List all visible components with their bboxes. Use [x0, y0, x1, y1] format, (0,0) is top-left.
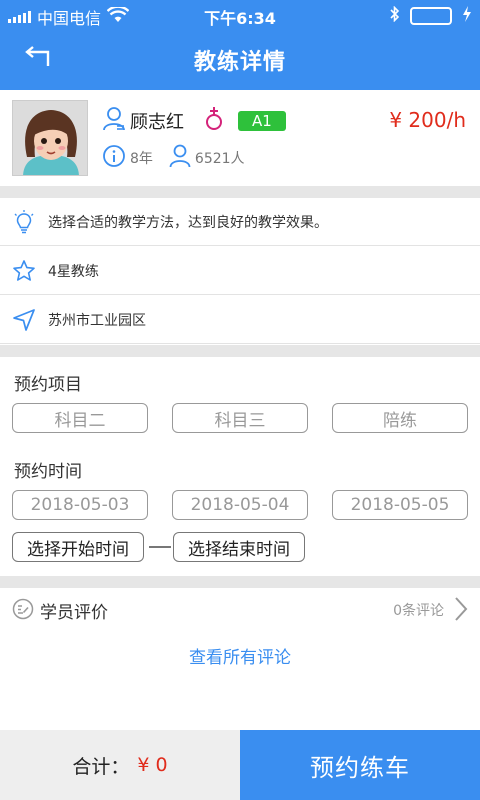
total-area: 合计： ¥ 0: [0, 730, 240, 800]
total-amount: ¥ 0: [137, 754, 168, 776]
info-icon: [102, 144, 126, 172]
students-icon: [169, 144, 191, 172]
charging-icon: [462, 6, 472, 26]
date-option-2[interactable]: 2018-05-04: [172, 490, 308, 520]
coach-years: 8年: [130, 151, 153, 167]
book-button[interactable]: 预约练车: [240, 730, 480, 800]
reviews-label: 学员评价: [40, 603, 108, 623]
review-icon: [12, 598, 34, 624]
nav-bar: 教练详情: [0, 30, 480, 90]
user-icon: [102, 106, 126, 136]
time-label: 预约时间: [14, 462, 82, 482]
top-bar: 中国电信 下午6:34 教练详情: [0, 0, 480, 90]
project-label: 预约项目: [14, 375, 82, 395]
coach-price: ¥ 200/h: [389, 108, 466, 132]
time-range-dash: [149, 546, 171, 548]
total-label: 合计：: [72, 755, 130, 778]
project-option-3[interactable]: 陪练: [332, 403, 468, 433]
date-option-3[interactable]: 2018-05-05: [332, 490, 468, 520]
motto-row: 选择合适的教学方法，达到良好的教学效果。: [0, 198, 480, 246]
lightbulb-icon: [12, 209, 36, 234]
project-option-2[interactable]: 科目三: [172, 403, 308, 433]
location-row: 苏州市工业园区: [0, 296, 480, 344]
female-icon: [204, 106, 224, 136]
coach-rating: 4星教练: [48, 263, 99, 280]
license-badge: A1: [238, 111, 286, 131]
page-title: 教练详情: [193, 50, 286, 75]
star-icon: [12, 259, 36, 283]
status-bar: 中国电信 下午6:34: [0, 0, 480, 30]
avatar: [12, 100, 88, 176]
coach-location: 苏州市工业园区: [48, 312, 146, 329]
end-time-button[interactable]: 选择结束时间: [173, 532, 305, 562]
section-divider: [0, 576, 480, 588]
coach-card: 顾志红 A1 ¥ 200/h 8年 6521人: [0, 90, 480, 186]
chevron-right-icon[interactable]: [454, 596, 468, 626]
coach-students: 6521人: [194, 151, 245, 167]
coach-name: 顾志红: [130, 112, 184, 133]
date-option-1[interactable]: 2018-05-03: [12, 490, 148, 520]
project-option-1[interactable]: 科目二: [12, 403, 148, 433]
bluetooth-icon: [390, 5, 400, 26]
section-divider: [0, 345, 480, 357]
reviews-header[interactable]: 学员评价 0条评论: [0, 588, 480, 630]
reviews-count: 0条评论: [393, 603, 444, 619]
rating-row: 4星教练: [0, 247, 480, 295]
section-divider: [0, 186, 480, 198]
battery-icon: [410, 7, 452, 25]
start-time-button[interactable]: 选择开始时间: [12, 532, 144, 562]
bottom-bar: 合计： ¥ 0 预约练车: [0, 730, 480, 800]
view-all-reviews-link[interactable]: 查看所有评论: [0, 643, 480, 668]
coach-motto: 选择合适的教学方法，达到良好的教学效果。: [48, 214, 328, 231]
location-arrow-icon: [12, 308, 36, 332]
